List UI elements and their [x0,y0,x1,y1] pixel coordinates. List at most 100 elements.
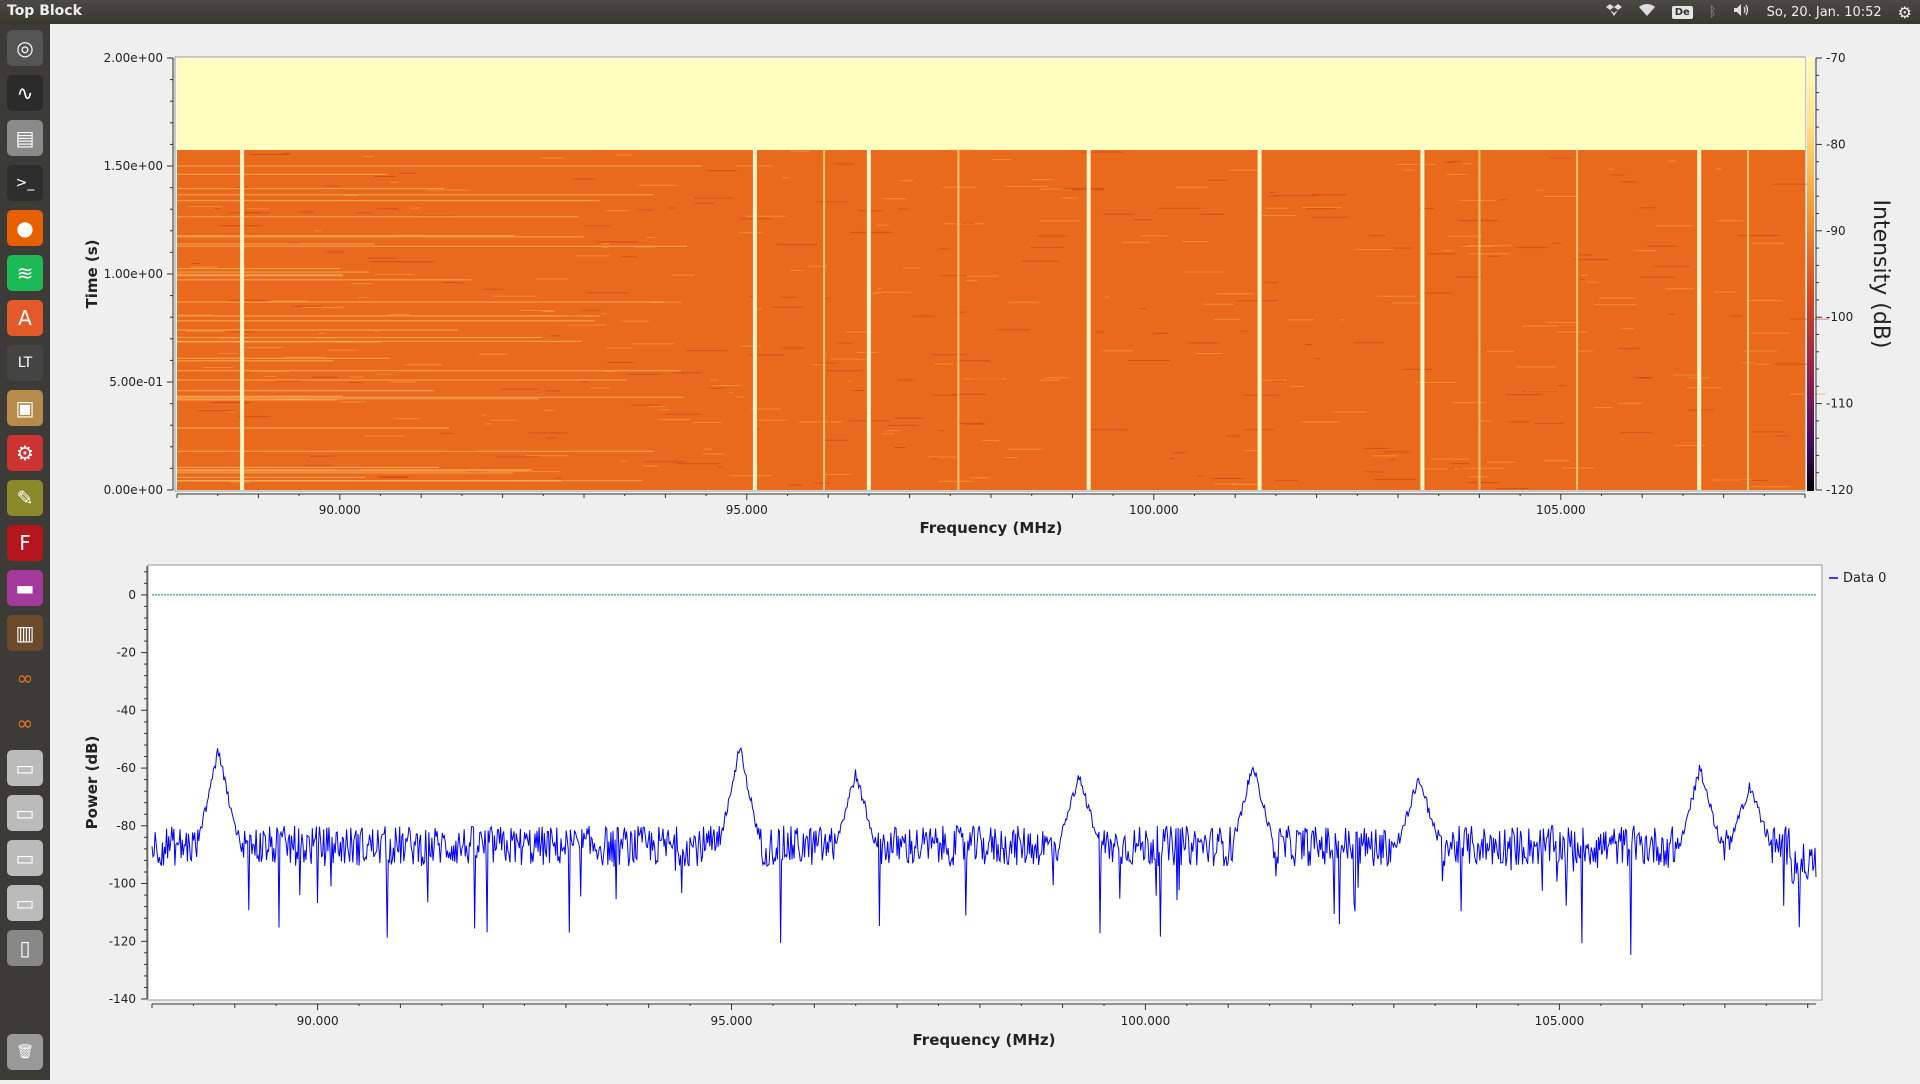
y-tick-label: -60 [116,761,136,775]
legend[interactable]: Data 0 [1829,571,1886,586]
drive-icon[interactable]: ▭ [7,750,43,786]
gnuradio-companion-icon[interactable]: ∞ [7,705,43,741]
waterfall-texture [817,362,839,364]
waterfall-texture [1544,460,1570,462]
waterfall-texture [1384,451,1411,453]
system-monitor-icon[interactable]: ∿ [7,75,43,111]
waterfall-texture [631,404,662,406]
colorbar-tick-label: -120 [1826,483,1853,497]
waterfall-texture [776,244,818,245]
carrier-line-weak [1747,148,1749,491]
drive-icon[interactable]: ▭ [7,795,43,831]
waterfall-texture [1354,248,1394,250]
waterfall-texture [590,387,610,389]
waterfall-texture [616,154,633,156]
waterfall-texture [1534,422,1564,424]
settings-gear-icon[interactable]: ⚙ [1898,3,1912,22]
waterfall-texture [1640,276,1676,278]
waterfall-texture [707,170,737,172]
waterfall-texture [573,178,596,180]
waterfall-texture [997,329,1030,331]
drive-icon[interactable]: ▭ [7,885,43,921]
top-panel: Top Block De ᛒ So, 20. Jan. 10:52 ⚙ [0,0,1920,24]
carrier-line-weak [823,148,826,491]
carrier-line-strong [866,148,871,491]
bookshelf-icon[interactable]: ▥ [7,615,43,651]
software-center-icon[interactable]: A [7,300,43,336]
waterfall-texture [952,393,986,395]
waterfall-texture [1618,402,1643,404]
waterfall-texture [1468,253,1510,255]
gnuradio-companion-icon[interactable]: ∞ [7,660,43,696]
waterfall-texture [940,275,968,277]
trash-icon[interactable]: 🗑 [7,1034,43,1070]
waterfall-texture [1396,164,1437,165]
waterfall-texture [686,350,728,352]
waterfall-texture [409,207,420,209]
carrier-line-weak [957,148,960,491]
waterfall-texture [1196,353,1223,354]
legend-entry-data-0: Data 0 [1843,571,1886,586]
waterfall-texture [1216,293,1255,295]
waterfall-texture [1213,318,1241,320]
waterfall-texture [525,455,569,457]
wifi-icon[interactable] [1638,3,1656,21]
waterfall-plot[interactable]: 90.000 95.000 100.000 105.000 Frequency (MHz… [83,51,1893,537]
waterfall-texture [492,295,537,297]
waterfall-texture [982,440,1000,441]
y-tick-label: -80 [116,819,136,833]
waterfall-streak [177,470,530,472]
gimp-icon[interactable]: ✎ [7,480,43,516]
waterfall-texture [874,291,912,293]
waterfall-texture [357,297,369,298]
waterfall-texture [1620,432,1653,434]
waterfall-texture [831,358,871,360]
keyboard-layout-indicator[interactable]: De [1671,5,1693,19]
waterfall-texture [326,185,340,187]
firefox-icon[interactable]: ● [7,210,43,246]
waterfall-texture [1486,350,1515,352]
waterfall-texture [1445,173,1468,175]
waterfall-texture [1716,220,1743,222]
grc-window-icon[interactable]: ▬ [7,570,43,606]
volume-icon[interactable] [1733,3,1751,21]
waterfall-texture [376,373,393,375]
spectrum-plot[interactable]: 90.000 95.000 100.000 105.000 Frequency (MHz… [83,564,1886,1049]
waterfall-texture [1558,385,1567,387]
waterfall-texture [1305,208,1336,210]
drive-icon[interactable]: ▭ [7,840,43,876]
x-tick-label: 105.000 [1535,1014,1585,1028]
waterfall-texture [369,261,401,262]
filezilla-icon[interactable]: F [7,525,43,561]
bluetooth-icon[interactable]: ᛒ [1709,5,1717,20]
file-manager-icon[interactable]: ▤ [7,120,43,156]
y-axis-label: Power (dB) [83,736,101,830]
waterfall-texture [1140,308,1146,310]
dropbox-icon[interactable] [1605,3,1622,21]
usb-drive-icon[interactable]: ▯ [7,930,43,966]
waterfall-texture [1301,421,1340,423]
x-tick-label: 105.000 [1536,503,1586,517]
ltspice-icon[interactable]: LT [7,345,43,381]
spotify-icon[interactable]: ≋ [7,255,43,291]
waterfall-texture [246,208,270,210]
archive-manager-icon[interactable]: ▣ [7,390,43,426]
waterfall-texture [930,354,967,356]
waterfall-texture [364,435,405,437]
waterfall-texture [1039,379,1061,381]
waterfall-texture [374,176,396,177]
waterfall-texture [1004,457,1018,458]
waterfall-texture [1593,407,1613,408]
waterfall-texture [299,211,315,213]
waterfall-streak [177,216,579,218]
waterfall-texture [1333,411,1366,413]
ubuntu-dash-icon[interactable]: ◎ [7,30,43,66]
clock[interactable]: So, 20. Jan. 10:52 [1767,5,1882,20]
settings-tool-icon[interactable]: ⚙ [7,435,43,471]
carrier-line-strong [1420,148,1425,491]
terminal-icon[interactable]: >_ [7,165,43,201]
waterfall-streak [177,357,390,359]
waterfall-texture [1376,295,1415,297]
waterfall-texture [1121,241,1150,243]
waterfall-texture [789,270,804,272]
